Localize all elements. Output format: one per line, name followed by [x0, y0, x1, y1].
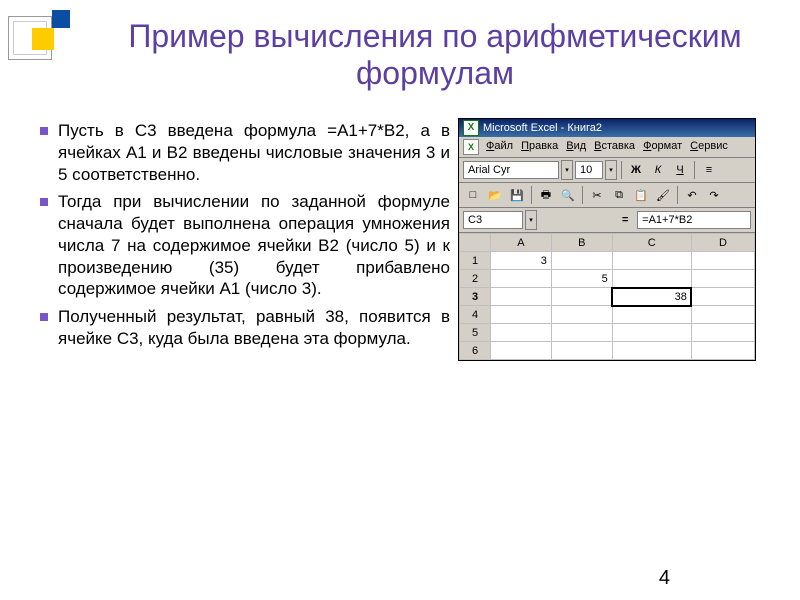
name-box-dropdown-icon[interactable]: ▾: [525, 210, 537, 230]
underline-button[interactable]: Ч: [670, 160, 690, 180]
excel-app-icon: X: [463, 120, 479, 136]
menu-insert[interactable]: Вставка: [591, 139, 638, 155]
name-box-value: C3: [468, 214, 482, 226]
cell-a4[interactable]: [491, 306, 552, 324]
new-button[interactable]: □: [463, 185, 483, 205]
cell-c6[interactable]: [612, 342, 691, 360]
font-size-dropdown-icon[interactable]: ▾: [605, 160, 617, 180]
cell-b1[interactable]: [551, 252, 612, 270]
separator: [582, 186, 583, 204]
cell-b3[interactable]: [551, 288, 612, 306]
cell-a6[interactable]: [491, 342, 552, 360]
undo-button[interactable]: ↶: [682, 185, 702, 205]
bullet-item: Полученный результат, равный 38, появитс…: [40, 306, 450, 350]
menu-tools[interactable]: Сервис: [687, 139, 731, 155]
font-name-dropdown-icon[interactable]: ▾: [561, 160, 573, 180]
redo-button[interactable]: ↷: [704, 185, 724, 205]
separator: [531, 186, 532, 204]
workbook-icon: X: [463, 139, 479, 155]
formula-bar: C3 ▾ = =A1+7*B2: [459, 208, 755, 233]
menubar[interactable]: X Файл Правка Вид Вставка Формат Сервис: [459, 137, 755, 158]
window-title: Microsoft Excel - Книга2: [483, 122, 602, 134]
row-header-4[interactable]: 4: [460, 306, 491, 324]
cell-d3[interactable]: [691, 288, 754, 306]
slide: Пример вычисления по арифметическим форм…: [0, 0, 800, 600]
font-size-value: 10: [580, 164, 592, 176]
cell-a1[interactable]: 3: [491, 252, 552, 270]
cell-a5[interactable]: [491, 324, 552, 342]
col-header-b[interactable]: B: [551, 234, 612, 252]
print-button[interactable]: 🖶: [536, 185, 556, 205]
cell-a2[interactable]: [491, 270, 552, 288]
select-all-corner[interactable]: [460, 234, 491, 252]
formula-input[interactable]: =A1+7*B2: [637, 211, 751, 229]
cell-c4[interactable]: [612, 306, 691, 324]
page-number: 4: [659, 567, 670, 590]
menu-edit[interactable]: Правка: [518, 139, 561, 155]
row-header-1[interactable]: 1: [460, 252, 491, 270]
row-header-5[interactable]: 5: [460, 324, 491, 342]
font-name-value: Arial Cyr: [468, 164, 510, 176]
separator: [694, 161, 695, 179]
standard-toolbar: □ 📂 💾 🖶 🔍 ✂ ⧉ 📋 🖌 ↶ ↷: [459, 183, 755, 208]
font-name-select[interactable]: Arial Cyr: [463, 161, 559, 179]
formatting-toolbar: Arial Cyr ▾ 10 ▾ Ж К Ч ≡: [459, 158, 755, 183]
slide-corner-graphic: [0, 0, 70, 70]
row-header-3[interactable]: 3: [460, 288, 491, 306]
cell-d5[interactable]: [691, 324, 754, 342]
paste-button[interactable]: 📋: [631, 185, 651, 205]
cell-b4[interactable]: [551, 306, 612, 324]
cell-c1[interactable]: [612, 252, 691, 270]
separator: [621, 161, 622, 179]
menu-file[interactable]: Файл: [483, 139, 516, 155]
menu-format[interactable]: Формат: [640, 139, 685, 155]
cell-c2[interactable]: [612, 270, 691, 288]
col-header-c[interactable]: C: [612, 234, 691, 252]
cell-d1[interactable]: [691, 252, 754, 270]
cell-a3[interactable]: [491, 288, 552, 306]
bullet-item: Пусть в С3 введена формула =А1+7*В2, а в…: [40, 120, 450, 185]
cell-c5[interactable]: [612, 324, 691, 342]
slide-body: Пусть в С3 введена формула =А1+7*В2, а в…: [40, 120, 450, 356]
cell-c3[interactable]: 38: [612, 288, 691, 306]
bold-button[interactable]: Ж: [626, 160, 646, 180]
excel-screenshot: X Microsoft Excel - Книга2 X Файл Правка…: [458, 118, 756, 361]
format-painter-button[interactable]: 🖌: [653, 185, 673, 205]
cell-d4[interactable]: [691, 306, 754, 324]
cell-b2[interactable]: 5: [551, 270, 612, 288]
slide-title: Пример вычисления по арифметическим форм…: [110, 18, 760, 92]
titlebar: X Microsoft Excel - Книга2: [459, 119, 755, 137]
menu-view[interactable]: Вид: [563, 139, 589, 155]
cell-d6[interactable]: [691, 342, 754, 360]
align-left-button[interactable]: ≡: [699, 160, 719, 180]
italic-button[interactable]: К: [648, 160, 668, 180]
cell-b6[interactable]: [551, 342, 612, 360]
cell-d2[interactable]: [691, 270, 754, 288]
fx-label: =: [622, 214, 628, 226]
cut-button[interactable]: ✂: [587, 185, 607, 205]
spreadsheet-grid[interactable]: A B C D 1 3 2 5 3: [459, 233, 755, 360]
name-box[interactable]: C3: [463, 211, 523, 229]
save-button[interactable]: 💾: [507, 185, 527, 205]
col-header-d[interactable]: D: [691, 234, 754, 252]
separator: [677, 186, 678, 204]
open-button[interactable]: 📂: [485, 185, 505, 205]
cell-b5[interactable]: [551, 324, 612, 342]
bullet-item: Тогда при вычислении по заданной формуле…: [40, 191, 450, 300]
fx-equals-button[interactable]: =: [615, 210, 635, 230]
preview-button[interactable]: 🔍: [558, 185, 578, 205]
col-header-a[interactable]: A: [491, 234, 552, 252]
copy-button[interactable]: ⧉: [609, 185, 629, 205]
formula-text: =A1+7*B2: [642, 214, 692, 226]
row-header-6[interactable]: 6: [460, 342, 491, 360]
font-size-select[interactable]: 10: [575, 161, 603, 179]
row-header-2[interactable]: 2: [460, 270, 491, 288]
